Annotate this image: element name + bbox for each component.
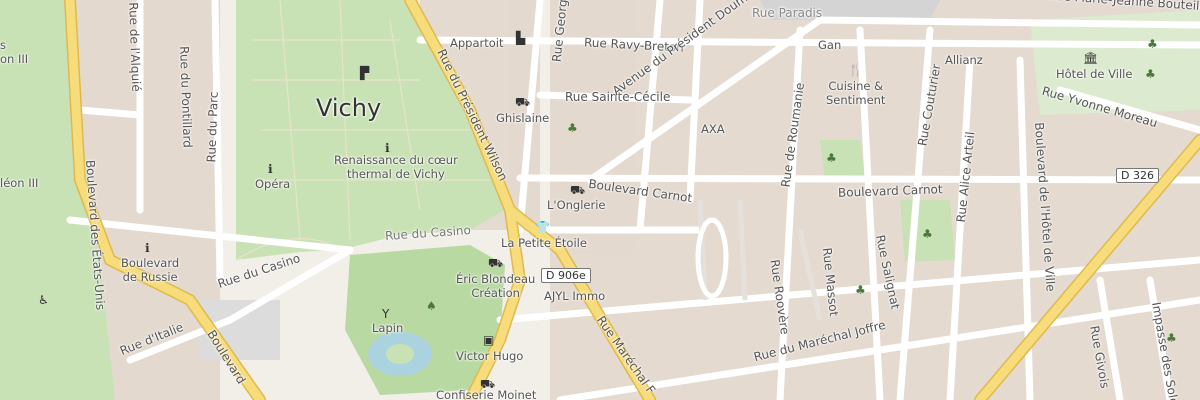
garden-icon: ♣ (1145, 67, 1156, 81)
shop-icon: ⛟ (515, 95, 531, 109)
map-view[interactable]: Rue Paradis Rue Marie-Jeanne Bouteille R… (0, 0, 1200, 400)
street-label-rue-paradis: Rue Paradis (752, 6, 823, 20)
poi-petite-etoile[interactable]: La Petite Étoile (501, 236, 587, 250)
poi-edge-on-iii: on III (0, 52, 29, 66)
clothes-icon: 👕 (535, 220, 550, 234)
shop-icon: ⛟ (570, 183, 586, 197)
pond-island (386, 344, 414, 364)
poi-eric-blondeau[interactable]: Éric Blondeau Création (456, 272, 535, 300)
poi-gan[interactable]: Gan (818, 38, 841, 52)
poi-appartoit[interactable]: Appartoit (450, 36, 504, 50)
poi-opera[interactable]: Opéra (255, 177, 290, 191)
poi-ghislaine[interactable]: Ghislaine (496, 111, 549, 125)
bar-icon: Y (382, 307, 390, 321)
poi-allianz[interactable]: Allianz (945, 53, 983, 67)
garden-icon: ♣ (826, 151, 837, 165)
poi-lapin[interactable]: Lapin (372, 321, 403, 335)
road-ref-d906e: D 906e (541, 268, 591, 283)
street-label-rue-parc: Rue du Parc (204, 91, 221, 163)
garden-icon: ♣ (1166, 331, 1177, 345)
garden-icon: ♣ (567, 121, 578, 135)
poi-ajyl[interactable]: AJYL Immo (544, 289, 605, 303)
tree-icon: ♠ (426, 299, 437, 313)
poi-renaissance[interactable]: Renaissance du cœur thermal de Vichy (334, 153, 458, 181)
wheelchair-icon: ♿ (38, 293, 49, 307)
poi-edge-eon-iii: léon III (0, 176, 39, 190)
poi-victor-hugo[interactable]: Victor Hugo (456, 349, 523, 363)
poi-cuisine[interactable]: Cuisine & Sentiment (826, 79, 885, 107)
road-ref-d326: D 326 (1116, 168, 1159, 183)
restaurant-icon: 🍴 (848, 63, 863, 77)
cinema-icon: ▙ (516, 31, 526, 45)
info-icon: ℹ (145, 241, 150, 255)
garden-icon: ♣ (855, 283, 866, 297)
flag-icon: ▛ (360, 66, 370, 80)
town-hall-icon: 🏛 (1083, 51, 1099, 65)
shop-icon: ⛟ (488, 256, 504, 270)
garden-icon: ♣ (1147, 37, 1158, 51)
city-label: Vichy (316, 94, 382, 122)
poi-axa[interactable]: AXA (701, 122, 725, 136)
poi-bd-russie[interactable]: Boulevard de Russie (121, 256, 179, 284)
garden-icon: ♣ (922, 227, 933, 241)
poi-confiserie[interactable]: Confiserie Moinet (436, 388, 536, 400)
poi-longlerie[interactable]: L'Onglerie (547, 198, 605, 212)
info-icon: ℹ (268, 162, 273, 176)
poi-hotel-ville[interactable]: Hôtel de Ville (1056, 67, 1132, 81)
bus-stop-icon: ▣ (483, 333, 495, 347)
poi-edge-s: s (0, 38, 6, 52)
